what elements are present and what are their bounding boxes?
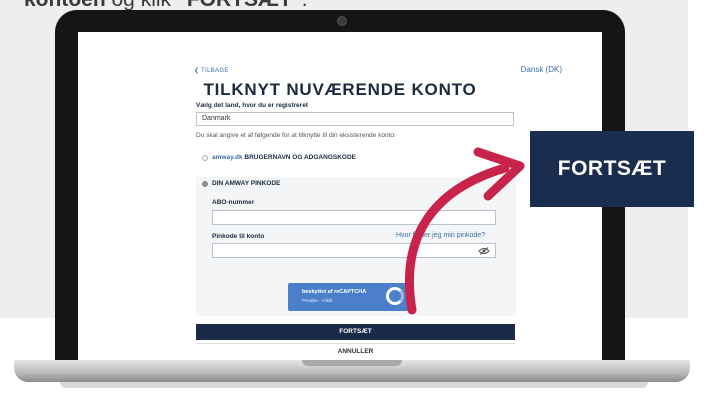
country-select[interactable]: Danmark: [196, 112, 514, 126]
language-selector[interactable]: Dansk (DK): [521, 65, 562, 74]
amway-link[interactable]: amway.dk: [212, 154, 243, 161]
recaptcha-text: beskyttet af reCAPTCHA: [302, 289, 367, 295]
option-username-text: BRUGERNAVN OG ADGANGSKODE: [242, 154, 356, 161]
option-username-radio[interactable]: [202, 155, 208, 161]
cancel-button[interactable]: ANNULLER: [196, 343, 515, 360]
laptop-screen: ❮ TILBAGE Dansk (DK) TILKNYT NUVÆRENDE K…: [78, 32, 602, 360]
option-username-label[interactable]: amway.dk BRUGERNAVN OG ADGANGSKODE: [212, 154, 356, 161]
pin-help-link[interactable]: Hvor finder jeg min pinkode?: [396, 232, 485, 239]
laptop-notch: [302, 360, 402, 366]
option-pincode-radio[interactable]: [202, 181, 208, 187]
pin-input[interactable]: [212, 243, 496, 258]
country-label: Vælg det land, hvor du er registreret: [196, 102, 308, 109]
laptop-shadow: [60, 382, 648, 388]
continue-button[interactable]: FORTSÆT: [196, 324, 515, 340]
hide-password-icon[interactable]: [478, 247, 490, 255]
back-link[interactable]: ❮ TILBAGE: [194, 67, 229, 74]
recaptcha-badge[interactable]: beskyttet af reCAPTCHA Privatliv - Vilkå…: [288, 283, 408, 311]
laptop-base: [14, 360, 690, 382]
option-pincode-label[interactable]: DIN AMWAY PINKODE: [212, 180, 280, 187]
instruction-text: Du skal angive et af følgende for at til…: [196, 132, 396, 139]
recaptcha-terms[interactable]: Privatliv - Vilkår: [302, 298, 333, 303]
continue-callout: FORTSÆT: [530, 131, 694, 207]
pin-label: Pinkode til konto: [212, 233, 265, 240]
abo-label: ABO-nummer: [212, 199, 255, 206]
page-title: TILKNYT NUVÆRENDE KONTO: [203, 80, 477, 99]
abo-input[interactable]: [212, 210, 496, 225]
camera-icon: [337, 16, 347, 26]
recaptcha-icon: [386, 287, 404, 305]
